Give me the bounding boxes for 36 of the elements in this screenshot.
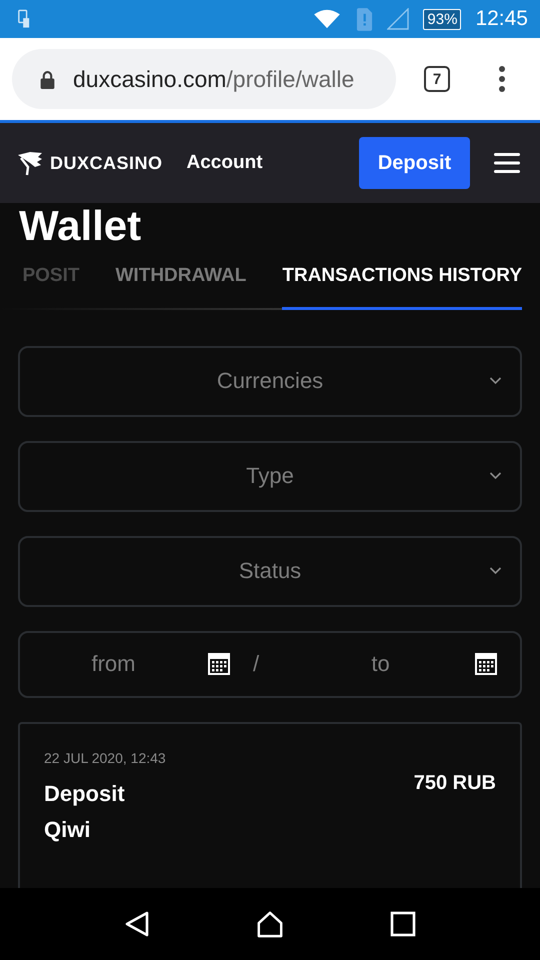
- date-separator: /: [252, 651, 260, 678]
- sim-alert-icon: [356, 6, 374, 32]
- filter-dropdown[interactable]: Currencies: [18, 346, 522, 417]
- to-date-input[interactable]: to: [287, 651, 474, 678]
- filter-dropdown[interactable]: Status: [18, 536, 522, 607]
- clock: 12:45: [475, 7, 528, 31]
- back-icon[interactable]: [122, 910, 151, 938]
- menu-icon[interactable]: [494, 152, 520, 174]
- wifi-icon: [312, 8, 342, 30]
- recent-apps-icon[interactable]: [389, 910, 418, 938]
- account-link[interactable]: Account: [186, 152, 263, 174]
- filter-dropdown[interactable]: Type: [18, 440, 522, 512]
- page-title: Wallet: [19, 203, 142, 247]
- deposit-button[interactable]: Deposit: [359, 137, 470, 189]
- payment-method: Qiwi: [44, 816, 92, 844]
- transaction-type: Deposit: [44, 780, 126, 808]
- lock-icon: [40, 70, 55, 88]
- calendar-icon[interactable]: [474, 652, 498, 676]
- wallet-tab[interactable]: TRANSACTIONS HISTORY: [282, 265, 522, 310]
- wallet-tab[interactable]: WITHDRAWAL: [116, 265, 246, 310]
- chevron-down-icon: [489, 377, 502, 386]
- more-menu-icon[interactable]: [498, 65, 506, 93]
- url-text: duxcasino.com/profile/walle: [73, 66, 354, 92]
- signal-icon: [387, 8, 410, 30]
- chevron-down-icon: [489, 567, 502, 576]
- calendar-icon[interactable]: [206, 652, 231, 676]
- address-bar[interactable]: duxcasino.com/profile/walle: [12, 49, 396, 109]
- transaction-date: 22 JUL 2020, 12:43: [44, 750, 166, 766]
- chevron-down-icon: [489, 472, 502, 480]
- logo-text[interactable]: DUXCASINO: [50, 152, 163, 174]
- tab-switcher-button[interactable]: 7: [424, 66, 450, 92]
- sd-card-icon: [18, 9, 30, 29]
- from-date-input[interactable]: from: [20, 651, 207, 678]
- transaction-amount: 750 RUB: [414, 772, 496, 795]
- home-icon[interactable]: [256, 910, 284, 938]
- battery-indicator: 93%: [423, 8, 462, 30]
